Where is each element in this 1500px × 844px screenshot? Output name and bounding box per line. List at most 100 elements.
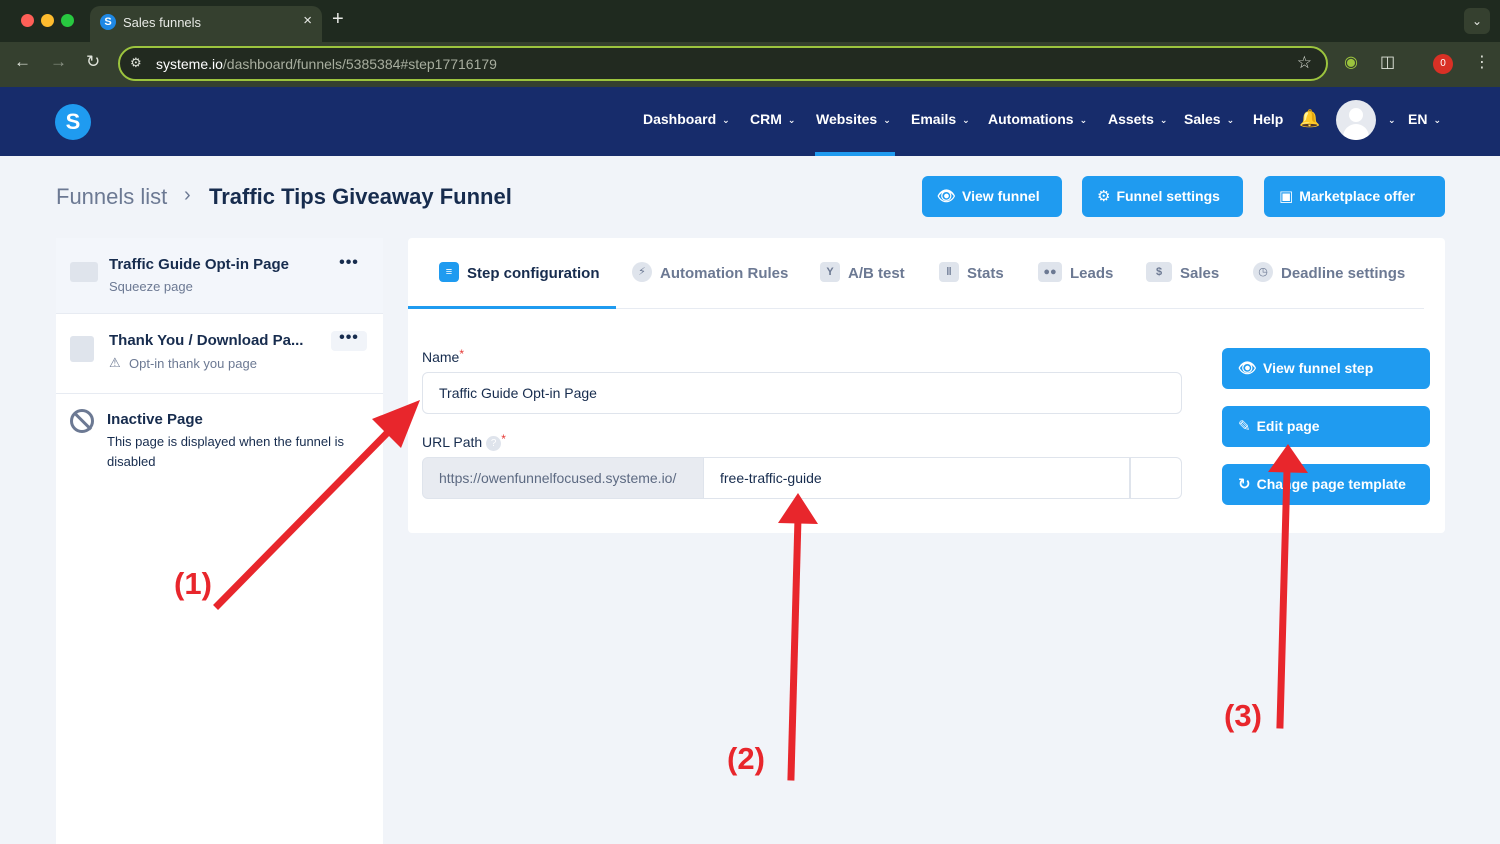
view-funnel-step-button[interactable]: 👁 View funnel step: [1222, 348, 1430, 389]
annotation-label-2: (2): [727, 741, 765, 776]
browser-menu-icon[interactable]: ⋮: [1474, 52, 1490, 72]
maximize-window-button[interactable]: [61, 14, 74, 27]
tab-stats[interactable]: ‖ Stats: [939, 262, 1004, 284]
edit-page-button[interactable]: ✎ Edit page: [1222, 406, 1430, 447]
nav-automations[interactable]: Automations ⌄: [988, 111, 1087, 127]
bookmark-star-icon[interactable]: ☆: [1297, 53, 1312, 73]
funnel-steps-sidebar: Traffic Guide Opt-in Page Squeeze page •…: [56, 238, 383, 844]
divider: [56, 393, 383, 394]
step-configuration-card: ≡ Step configuration ⚡ Automation Rules YA…: [408, 238, 1445, 533]
arrow-2-shaft: [787, 514, 802, 781]
nav-help[interactable]: Help: [1253, 111, 1283, 127]
app-header: S Dashboard ⌄ CRM ⌄ Websites ⌄ Emails ⌄ Auto…: [0, 87, 1500, 156]
step-item-thank-you[interactable]: Thank You / Download Pa... Opt-in thank …: [56, 314, 383, 392]
browser-tab[interactable]: S Sales funnels ×: [90, 6, 322, 42]
address-bar[interactable]: ⚙ systeme.io/dashboard/funnels/5385384#s…: [118, 46, 1328, 81]
browser-toolbar: ← → ↻ ⚙ systeme.io/dashboard/funnels/538…: [0, 42, 1500, 87]
step-tabs: ≡ Step configuration ⚡ Automation Rules YA…: [408, 238, 1424, 309]
step-menu-button[interactable]: •••: [331, 330, 367, 351]
systeme-favicon-icon: S: [100, 14, 116, 30]
view-funnel-button[interactable]: 👁 View funnel: [922, 176, 1062, 217]
avatar[interactable]: [1336, 100, 1376, 140]
dollar-icon: $: [1146, 262, 1172, 282]
required-mark: *: [459, 347, 465, 361]
sliders-icon: ≡: [439, 262, 459, 282]
site-settings-icon[interactable]: ⚙: [130, 55, 142, 71]
tab-deadline-settings[interactable]: ◷ Deadline settings: [1253, 262, 1405, 284]
back-arrow-icon[interactable]: ←: [14, 52, 31, 72]
tab-ab-test[interactable]: Y A/B test: [820, 262, 905, 284]
page-layout-icon: [70, 262, 98, 282]
chevron-down-icon: ⌄: [1433, 115, 1441, 125]
systeme-logo[interactable]: S: [55, 104, 91, 140]
bar-chart-icon: ‖: [939, 262, 959, 282]
clipboard-check-icon: [70, 336, 94, 362]
marketplace-offer-button[interactable]: ▣ Marketplace offer: [1264, 176, 1445, 217]
name-label: Name*: [422, 347, 465, 365]
annotation-label-1: (1): [174, 566, 212, 601]
change-page-template-button[interactable]: ↻ Change page template: [1222, 464, 1430, 505]
nav-assets[interactable]: Assets ⌄: [1108, 111, 1167, 127]
gear-icon: ⚙: [1097, 188, 1111, 205]
bolt-icon: ⚡: [632, 262, 652, 282]
edit-icon: ✎: [1238, 418, 1251, 435]
chevron-down-icon: ⌄: [787, 115, 796, 125]
step-name-field[interactable]: Traffic Guide Opt-in Page: [422, 372, 1182, 414]
funnel-settings-button[interactable]: ⚙ Funnel settings: [1082, 176, 1243, 217]
inactive-page-title[interactable]: Inactive Page: [107, 411, 203, 428]
close-tab-icon[interactable]: ×: [303, 12, 312, 29]
notification-bell-icon[interactable]: 🔔: [1299, 109, 1320, 129]
refresh-icon: ↻: [1238, 476, 1251, 493]
inactive-page-description: This page is displayed when the funnel i…: [107, 434, 345, 469]
extensions-puzzle-icon[interactable]: ◫: [1380, 52, 1395, 72]
page-title: Traffic Tips Giveaway Funnel: [209, 184, 512, 209]
nav-sales[interactable]: Sales ⌄: [1184, 111, 1234, 127]
address-url[interactable]: systeme.io/dashboard/funnels/5385384#ste…: [156, 56, 497, 72]
tab-sales[interactable]: $ Sales: [1146, 262, 1219, 284]
step-menu-button[interactable]: •••: [331, 255, 367, 276]
active-nav-indicator: [815, 152, 895, 156]
disabled-circle-icon: [70, 409, 94, 433]
chevron-down-icon: ⌄: [1159, 115, 1168, 125]
step-title: Traffic Guide Opt-in Page: [109, 256, 290, 273]
clock-icon: ◷: [1253, 262, 1273, 282]
eye-icon: 👁: [1238, 360, 1258, 377]
nav-dashboard[interactable]: Dashboard ⌄: [643, 111, 730, 127]
tab-automation-rules[interactable]: ⚡ Automation Rules: [632, 262, 788, 284]
minimize-window-button[interactable]: [41, 14, 54, 27]
chevron-down-icon: ⌄: [1226, 115, 1235, 125]
new-tab-icon[interactable]: +: [332, 9, 344, 29]
tab-step-configuration[interactable]: ≡ Step configuration: [439, 262, 600, 284]
split-icon: Y: [820, 262, 840, 282]
browser-tab-bar: S Sales funnels × + ⌄: [0, 0, 1500, 42]
nav-crm[interactable]: CRM ⌄: [750, 111, 795, 127]
tab-search-icon[interactable]: ⌄: [1464, 8, 1490, 34]
nav-websites[interactable]: Websites ⌄: [816, 111, 891, 127]
forward-arrow-icon[interactable]: →: [50, 52, 67, 72]
reload-icon[interactable]: ↻: [86, 52, 100, 72]
nav-emails[interactable]: Emails ⌄: [911, 111, 970, 127]
grammarly-extension-icon[interactable]: ◉: [1344, 52, 1358, 72]
language-selector[interactable]: EN ⌄: [1408, 111, 1441, 127]
chevron-down-icon: ⌄: [1079, 115, 1088, 125]
extension-badge[interactable]: 0: [1433, 54, 1453, 74]
avatar-menu-chevron-icon[interactable]: ⌄: [1382, 111, 1396, 127]
help-icon[interactable]: ?: [486, 435, 502, 451]
eye-icon: 👁: [937, 188, 957, 205]
chevron-down-icon: ⌄: [962, 115, 970, 125]
breadcrumb-funnels-list[interactable]: Funnels list: [56, 184, 167, 210]
annotation-label-3: (3): [1224, 698, 1262, 733]
avatar-body: [1343, 124, 1369, 140]
step-subtitle: Squeeze page: [109, 279, 193, 294]
step-subtitle: Opt-in thank you page: [129, 356, 257, 371]
tab-title: Sales funnels: [123, 15, 202, 30]
url-path-label: URL Path? *: [422, 432, 506, 451]
marketplace-icon: ▣: [1279, 188, 1294, 205]
url-path-field[interactable]: free-traffic-guide: [704, 457, 1130, 499]
step-item-opt-in[interactable]: Traffic Guide Opt-in Page Squeeze page •…: [56, 238, 383, 313]
close-window-button[interactable]: [21, 14, 34, 27]
tab-leads[interactable]: ●● Leads: [1038, 262, 1113, 284]
warning-icon: ⚠: [109, 355, 121, 370]
chevron-down-icon: ⌄: [883, 115, 891, 125]
avatar-head: [1349, 108, 1363, 122]
